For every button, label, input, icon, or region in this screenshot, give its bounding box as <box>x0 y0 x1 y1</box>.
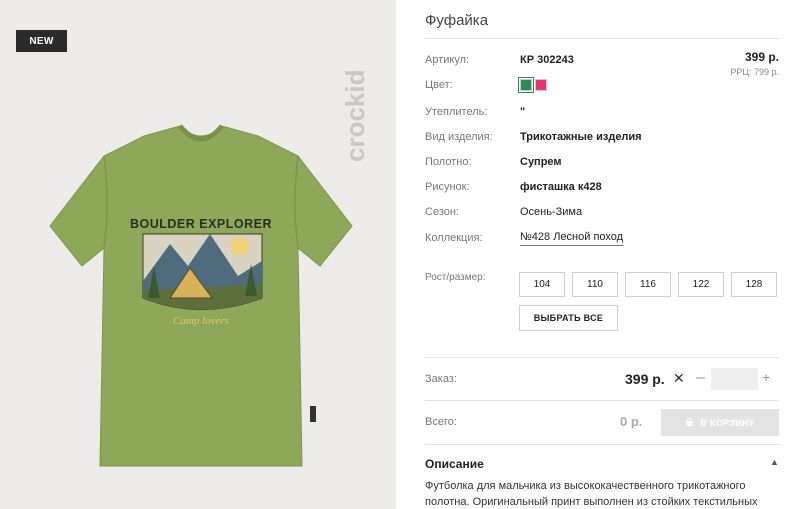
attribute-color: Цвет: <box>425 77 779 93</box>
size-option-104[interactable]: 104 <box>519 272 565 297</box>
color-swatch-green[interactable] <box>518 77 534 93</box>
order-price: 399 р. <box>625 371 665 387</box>
description-text: Футболка для мальчика из высококачествен… <box>425 480 758 508</box>
attribute-label: Цвет: <box>425 79 453 91</box>
size-option-110[interactable]: 110 <box>572 272 618 297</box>
divider <box>425 38 779 39</box>
attribute-label: Артикул: <box>425 54 470 66</box>
quantity-input[interactable] <box>711 368 758 390</box>
attribute-label: Вид изделия: <box>425 131 493 143</box>
attribute-fabric: Полотно: Супрем <box>425 154 779 170</box>
add-to-cart-label: В КОРЗИНУ <box>700 417 755 428</box>
attribute-value: КР 302243 <box>520 54 574 66</box>
remove-order-icon[interactable]: ✕ <box>673 370 685 387</box>
divider <box>425 357 779 358</box>
tshirt-photo: BOULDER EXPLORER Camp lovers <box>49 124 353 467</box>
size-option-128[interactable]: 128 <box>731 272 777 297</box>
collection-link[interactable]: №428 Лесной поход <box>520 231 624 246</box>
attribute-label: Сезон: <box>425 206 459 218</box>
attribute-value: Трикотажные изделия <box>520 131 642 143</box>
product-image-pane[interactable]: NEW crockid BOULDER EXPLORER Camp lovers <box>0 0 396 509</box>
size-option-116[interactable]: 116 <box>625 272 671 297</box>
recommended-price: РРЦ: 799 р. <box>730 67 779 77</box>
total-price: 0 р. <box>620 414 643 429</box>
color-swatch-pink[interactable] <box>535 79 547 91</box>
attribute-label: Полотно: <box>425 156 472 168</box>
size-option-122[interactable]: 122 <box>678 272 724 297</box>
attribute-season: Сезон: Осень-Зима <box>425 204 779 220</box>
new-badge: NEW <box>16 30 67 52</box>
select-all-sizes-button[interactable]: ВЫБРАТЬ ВСЕ <box>519 305 618 331</box>
product-title: Фуфайка <box>425 12 489 29</box>
description-title[interactable]: Описание <box>425 457 484 471</box>
quantity-increase-button[interactable]: + <box>762 369 770 385</box>
attribute-insulation: Утеплитель: " <box>425 104 779 120</box>
total-label: Всего: <box>425 416 457 428</box>
divider <box>425 444 779 445</box>
attribute-value: Осень-Зима <box>520 206 583 218</box>
svg-text:Camp lovers: Camp lovers <box>173 315 229 327</box>
collapse-icon[interactable]: ▲ <box>770 457 779 467</box>
attribute-article: Артикул: КР 302243 <box>425 52 779 68</box>
cart-icon <box>686 418 694 427</box>
attribute-collection: Коллекция: №428 Лесной поход <box>425 230 779 246</box>
divider <box>425 400 779 401</box>
attribute-label: Рисунок: <box>425 181 470 193</box>
order-label: Заказ: <box>425 373 457 385</box>
product-details: Фуфайка 399 р. РРЦ: 799 р. Артикул: КР 3… <box>425 0 785 509</box>
quantity-decrease-button[interactable]: – <box>696 369 705 387</box>
size-label: Рост/размер: <box>425 272 486 283</box>
attribute-value: Супрем <box>520 156 562 168</box>
add-to-cart-button[interactable]: В КОРЗИНУ <box>661 409 779 436</box>
svg-text:BOULDER EXPLORER: BOULDER EXPLORER <box>130 217 272 231</box>
attribute-value: фисташка к428 <box>520 181 602 193</box>
attribute-label: Коллекция: <box>425 232 483 244</box>
attribute-type: Вид изделия: Трикотажные изделия <box>425 129 779 145</box>
attribute-print: Рисунок: фисташка к428 <box>425 179 779 195</box>
attribute-label: Утеплитель: <box>425 106 488 118</box>
attribute-value: " <box>520 106 526 118</box>
